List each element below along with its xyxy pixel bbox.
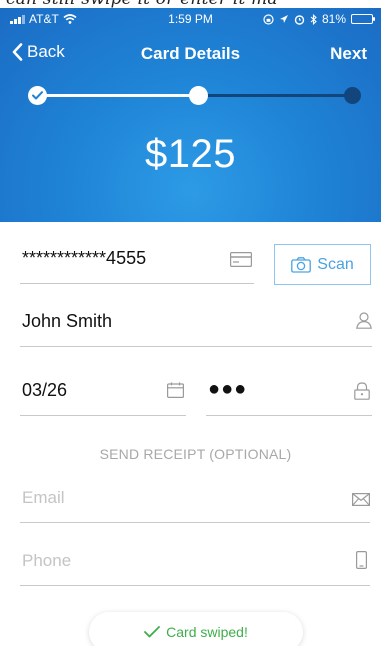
header: AT&T 1:59 PM 81% Back Card Details Next … <box>0 8 381 222</box>
card-number-field[interactable]: ************4555 <box>20 244 254 284</box>
cardholder-name-value: John Smith <box>22 311 113 331</box>
battery-percent: 81% <box>321 12 346 26</box>
credit-card-icon <box>230 252 252 267</box>
email-field[interactable]: Email <box>20 480 370 523</box>
toast-message: Card swiped! <box>166 624 248 640</box>
step-2-current <box>189 86 208 105</box>
person-icon <box>356 312 372 329</box>
checkmark-icon <box>144 626 161 638</box>
lock-rotation-icon <box>263 13 274 25</box>
cvv-value: ●●● <box>208 378 248 400</box>
alarm-icon <box>294 14 305 25</box>
camera-icon <box>291 256 312 273</box>
lock-icon <box>354 382 370 400</box>
phone-icon <box>356 551 367 569</box>
checkmark-icon <box>32 91 43 100</box>
email-placeholder: Email <box>22 488 65 507</box>
scan-card-button[interactable]: Scan <box>274 244 371 285</box>
top-caption-crop: can still swipe it or enter it ma <box>0 0 381 8</box>
expiry-date-value: 03/26 <box>22 380 68 400</box>
progress-track-remaining <box>196 94 354 97</box>
bluetooth-icon <box>310 13 317 25</box>
scan-label: Scan <box>317 255 354 273</box>
progress-stepper <box>28 86 361 106</box>
cvv-field[interactable]: ●●● <box>206 372 372 416</box>
next-button[interactable]: Next <box>330 44 367 64</box>
battery-icon <box>351 14 375 24</box>
phone-field[interactable]: Phone <box>20 543 370 586</box>
status-bar: AT&T 1:59 PM 81% <box>0 8 381 28</box>
page-title: Card Details <box>140 44 241 63</box>
expiry-date-field[interactable]: 03/26 <box>20 372 186 416</box>
payment-amount: $125 <box>145 132 236 176</box>
status-right: 81% <box>263 12 375 26</box>
top-caption-text: can still swipe it or enter it ma <box>6 0 278 8</box>
cardholder-name-field[interactable]: John Smith <box>20 306 372 347</box>
send-receipt-label: SEND RECEIPT (OPTIONAL) <box>99 446 292 462</box>
location-icon <box>279 15 288 23</box>
phone-placeholder: Phone <box>22 551 72 570</box>
calendar-icon <box>167 382 184 398</box>
navigation-bar: Back Card Details Next <box>0 42 381 66</box>
card-swiped-toast: Card swiped! <box>89 612 303 646</box>
progress-track-complete <box>36 94 196 97</box>
card-number-value: ************4555 <box>22 248 147 268</box>
step-1-completed <box>28 86 47 105</box>
mail-icon <box>352 493 370 506</box>
step-3-pending <box>344 87 361 104</box>
